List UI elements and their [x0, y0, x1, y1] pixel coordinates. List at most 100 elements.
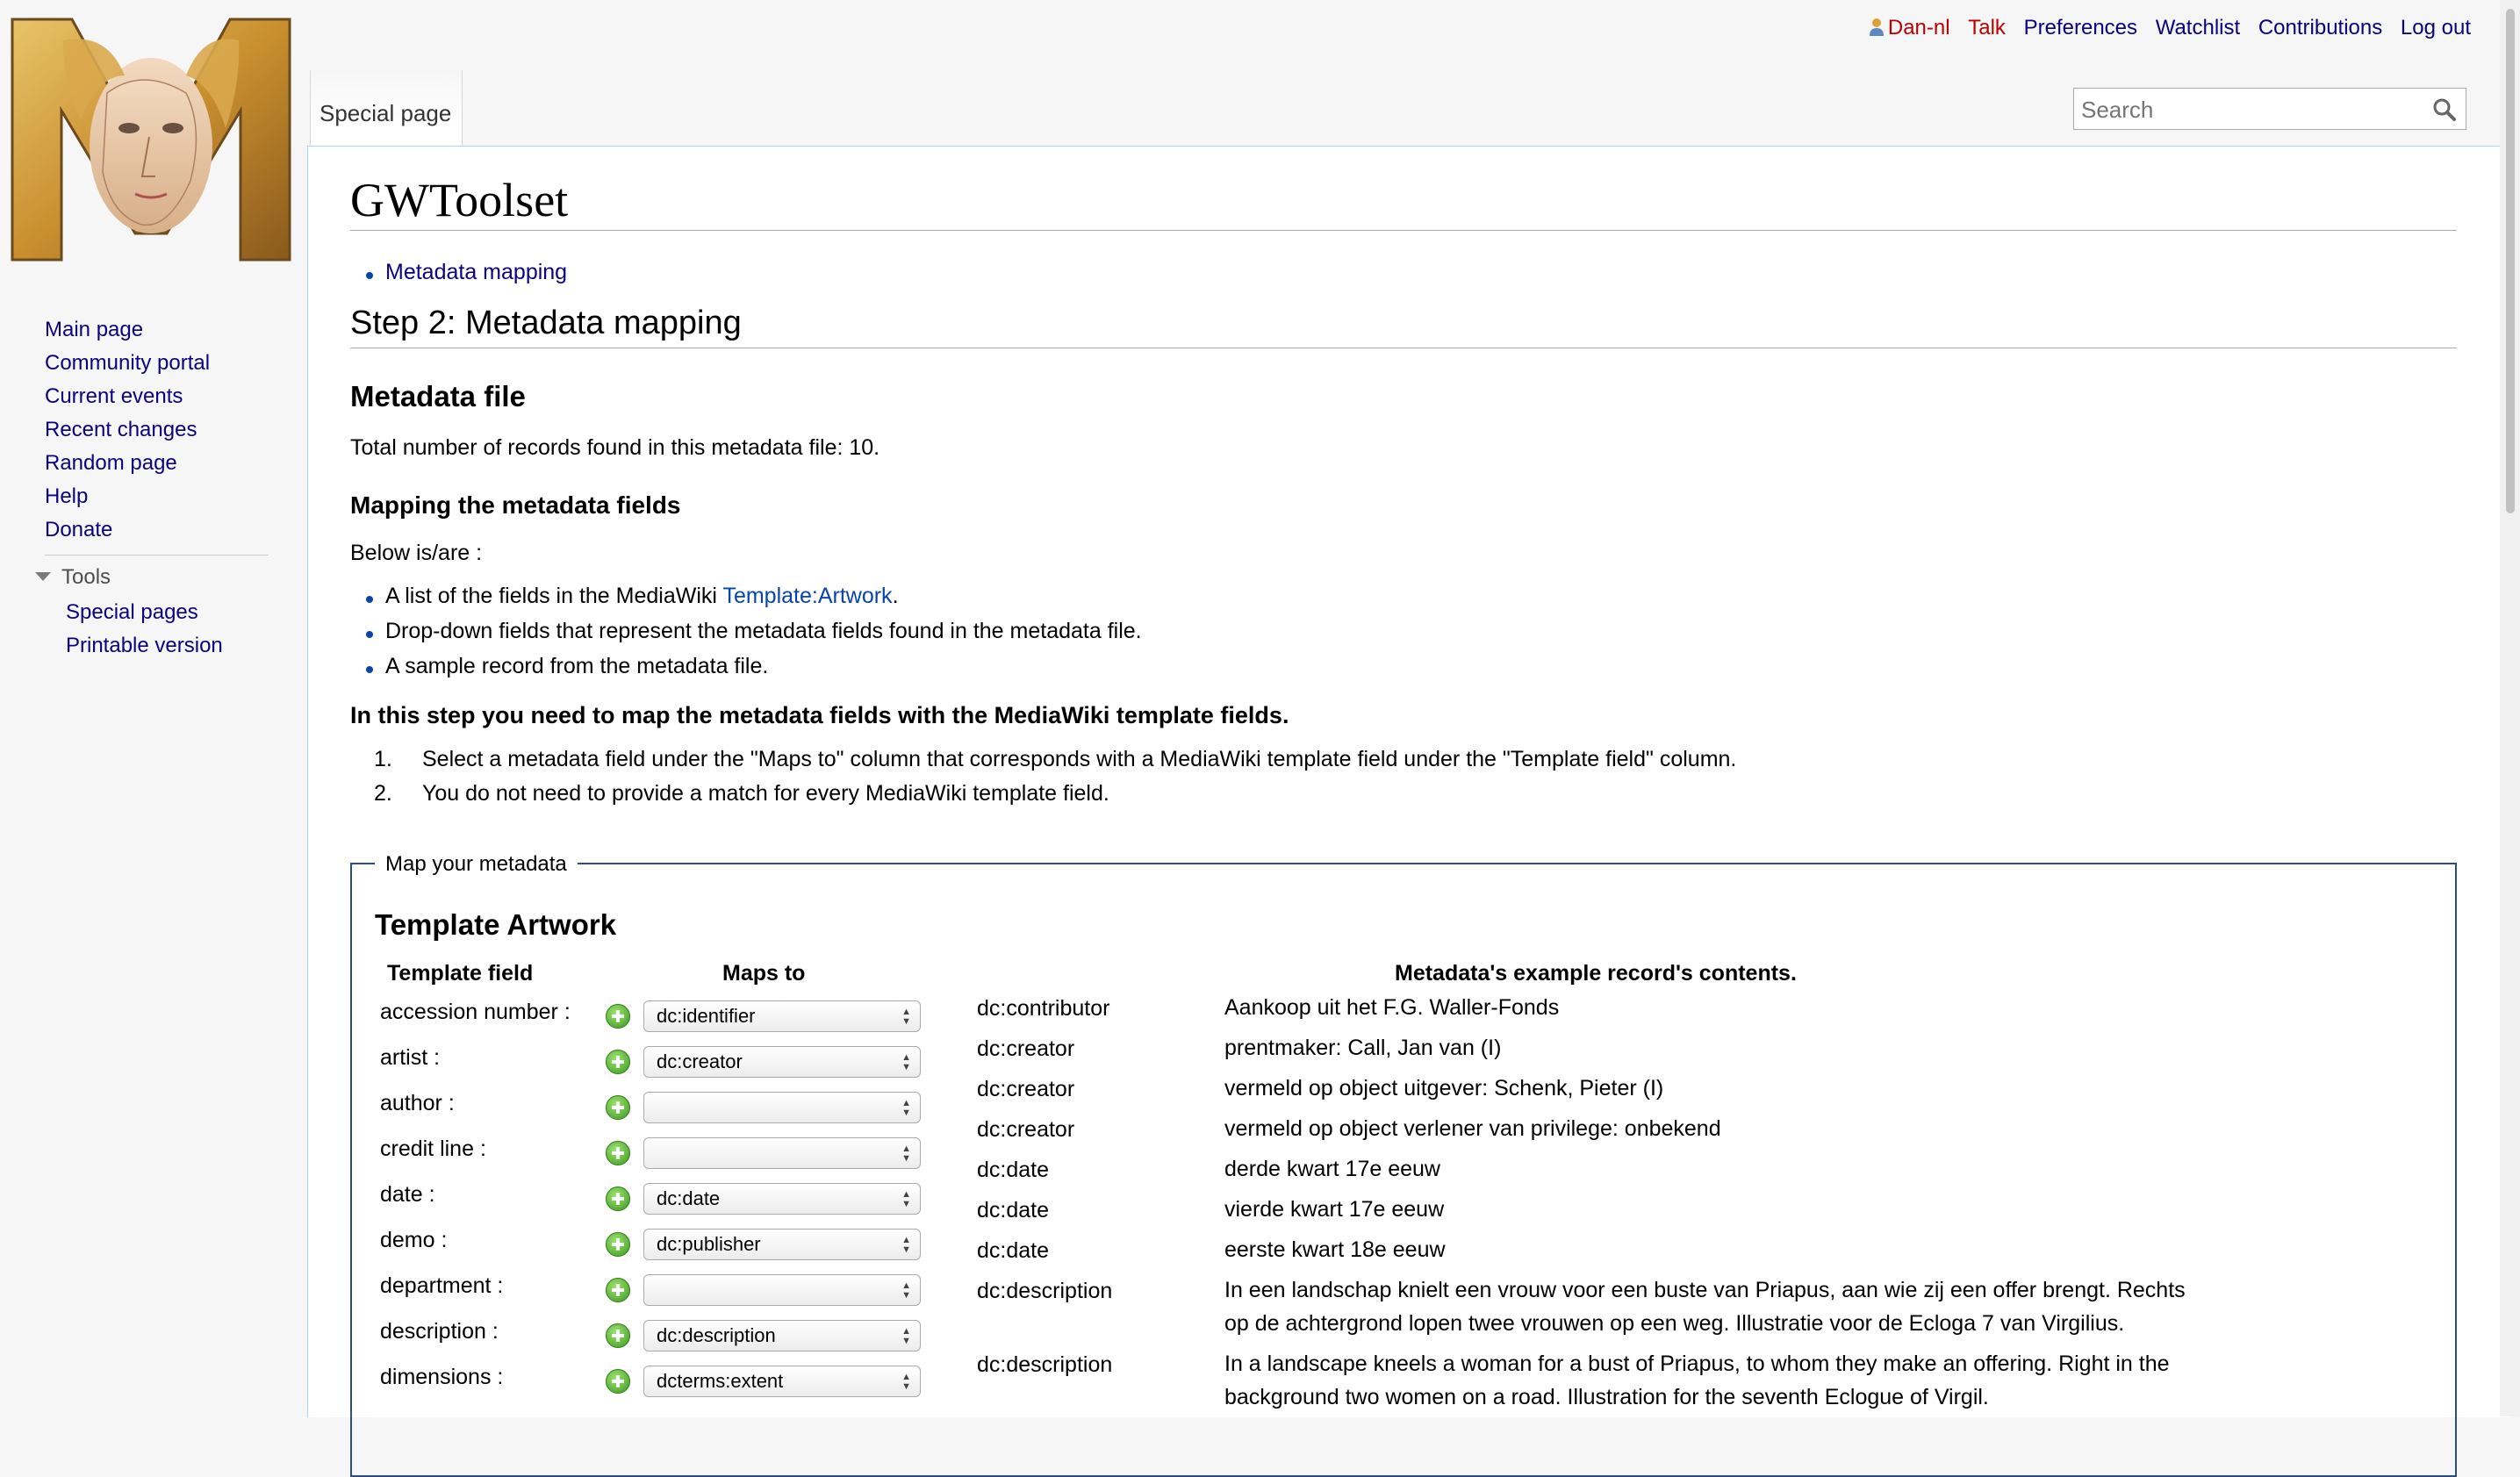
field-label: dimensions : — [380, 1365, 504, 1389]
maps-to-select[interactable]: dc:date ▲ ▼ — [643, 1183, 921, 1215]
field-label: accession number : — [380, 1000, 571, 1024]
maps-to-select[interactable]: dcterms:extent ▲ ▼ — [643, 1366, 921, 1397]
list-item: A list of the fields in the MediaWiki Te… — [385, 584, 899, 609]
select-arrows-icon: ▲ ▼ — [901, 1326, 911, 1346]
sample-key: dc:description — [977, 1279, 1113, 1303]
field-label: department : — [380, 1273, 504, 1298]
add-field-icon[interactable] — [606, 1232, 630, 1257]
site-logo[interactable] — [11, 14, 291, 265]
step-heading: Step 2: Metadata mapping — [350, 305, 742, 341]
list-item-suffix: . — [892, 584, 899, 608]
sample-value: prentmaker: Call, Jan van (I) — [1224, 1036, 1502, 1060]
collapse-triangle-icon — [35, 571, 51, 581]
search-input[interactable] — [2079, 96, 2416, 124]
vertical-scrollbar[interactable] — [2500, 0, 2520, 1416]
search-icon[interactable] — [2432, 97, 2457, 122]
user-link[interactable]: Dan-nl — [1888, 16, 1950, 39]
add-field-icon[interactable] — [606, 1323, 630, 1348]
toc-link-metadata-mapping[interactable]: Metadata mapping — [385, 260, 567, 285]
maps-to-select[interactable]: ▲ ▼ — [643, 1137, 921, 1169]
template-artwork-link[interactable]: Template:Artwork — [722, 584, 892, 608]
add-field-icon[interactable] — [606, 1141, 630, 1165]
sample-key: dc:creator — [977, 1077, 1075, 1101]
list-item: Drop-down fields that represent the meta… — [385, 619, 1142, 643]
add-field-icon[interactable] — [606, 1004, 630, 1029]
field-label: author : — [380, 1091, 455, 1115]
instruction-step-2: You do not need to provide a match for e… — [422, 781, 1109, 806]
col-header-example: Metadata's example record's contents. — [1395, 961, 1797, 986]
contributions-link[interactable]: Contributions — [2258, 16, 2382, 39]
sample-value: vermeld op object verlener van privilege… — [1224, 1116, 1721, 1141]
maps-to-select[interactable]: ▲ ▼ — [643, 1274, 921, 1306]
user-icon — [1869, 18, 1884, 36]
instruction-step-1: Select a metadata field under the "Maps … — [422, 747, 1737, 771]
maps-to-select[interactable]: dc:creator ▲ ▼ — [643, 1046, 921, 1078]
maps-to-select[interactable]: dc:description ▲ ▼ — [643, 1320, 921, 1352]
template-title: Template Artwork — [375, 908, 617, 941]
sample-value: In a landscape kneels a woman for a bust… — [1224, 1352, 2170, 1376]
step-number-1: 1. — [374, 747, 392, 771]
below-text: Below is/are : — [350, 541, 483, 565]
sample-key: dc:creator — [977, 1117, 1075, 1142]
talk-link[interactable]: Talk — [1968, 16, 2006, 39]
add-field-icon[interactable] — [606, 1369, 630, 1394]
maps-to-select[interactable]: dc:publisher ▲ ▼ — [643, 1229, 921, 1260]
map-metadata-fieldset: Map your metadata Template Artwork Templ… — [350, 852, 2457, 1477]
select-arrows-icon: ▲ ▼ — [901, 1372, 911, 1392]
sidebar-item-current-events[interactable]: Current events — [45, 384, 183, 409]
add-field-icon[interactable] — [606, 1187, 630, 1211]
sidebar-item-main-page[interactable]: Main page — [45, 318, 143, 342]
sidebar-item-help[interactable]: Help — [45, 484, 88, 509]
add-field-icon[interactable] — [606, 1095, 630, 1120]
select-arrows-icon: ▲ ▼ — [901, 1235, 911, 1255]
sample-key: dc:date — [977, 1238, 1050, 1263]
bullet-icon — [366, 596, 373, 603]
preferences-link[interactable]: Preferences — [2024, 16, 2137, 39]
bullet-icon — [366, 272, 373, 279]
sidebar-item-donate[interactable]: Donate — [45, 518, 112, 542]
tab-label: Special page — [319, 100, 452, 126]
sidebar-item-random-page[interactable]: Random page — [45, 451, 177, 476]
sidebar-item-community-portal[interactable]: Community portal — [45, 351, 210, 376]
scrollbar-thumb[interactable] — [2506, 9, 2515, 513]
sidebar-item-special-pages[interactable]: Special pages — [66, 600, 198, 625]
field-label: description : — [380, 1319, 499, 1344]
main-content: GWToolset Metadata mapping Step 2: Metad… — [307, 146, 2511, 1477]
tab-special-page[interactable]: Special page — [310, 70, 463, 146]
field-label: date : — [380, 1182, 435, 1207]
records-count-text: Total number of records found in this me… — [350, 435, 880, 460]
sample-value: eerste kwart 18e eeuw — [1224, 1237, 1446, 1262]
tools-heading: Tools — [61, 565, 111, 589]
watchlist-link[interactable]: Watchlist — [2156, 16, 2240, 39]
maps-to-select[interactable]: ▲ ▼ — [643, 1092, 921, 1123]
select-arrows-icon: ▲ ▼ — [901, 1280, 911, 1301]
tools-toggle[interactable]: Tools — [35, 565, 111, 590]
page-title: GWToolset — [350, 174, 569, 226]
select-value: dc:identifier — [657, 1005, 756, 1027]
mapping-heading: Mapping the metadata fields — [350, 491, 681, 519]
select-value: dc:date — [657, 1187, 721, 1209]
personal-tools: Dan-nl Talk Preferences Watchlist Contri… — [1869, 16, 2471, 40]
sample-value: vermeld op object uitgever: Schenk, Piet… — [1224, 1076, 1664, 1101]
sample-key: dc:description — [977, 1352, 1113, 1377]
bullet-icon — [366, 631, 373, 638]
step-number-2: 2. — [374, 781, 392, 806]
select-arrows-icon: ▲ ▼ — [901, 1052, 911, 1072]
col-header-template-field: Template field — [387, 961, 534, 986]
sidebar-item-printable-version[interactable]: Printable version — [66, 634, 223, 658]
instruction-heading: In this step you need to map the metadat… — [350, 702, 1289, 728]
metadata-file-heading: Metadata file — [350, 380, 526, 412]
sample-key: dc:date — [977, 1158, 1050, 1182]
add-field-icon[interactable] — [606, 1050, 630, 1074]
select-arrows-icon: ▲ ▼ — [901, 1189, 911, 1209]
select-value: dc:creator — [657, 1050, 743, 1072]
maps-to-select[interactable]: dc:identifier ▲ ▼ — [643, 1000, 921, 1032]
logout-link[interactable]: Log out — [2401, 16, 2471, 39]
add-field-icon[interactable] — [606, 1278, 630, 1302]
sidebar-item-recent-changes[interactable]: Recent changes — [45, 418, 197, 442]
select-arrows-icon: ▲ ▼ — [901, 1007, 911, 1027]
sample-value: vierde kwart 17e eeuw — [1224, 1197, 1445, 1222]
select-arrows-icon: ▲ ▼ — [901, 1098, 911, 1118]
sample-value-continued: background two women on a road. Illustra… — [1224, 1385, 1989, 1409]
field-label: demo : — [380, 1228, 448, 1252]
